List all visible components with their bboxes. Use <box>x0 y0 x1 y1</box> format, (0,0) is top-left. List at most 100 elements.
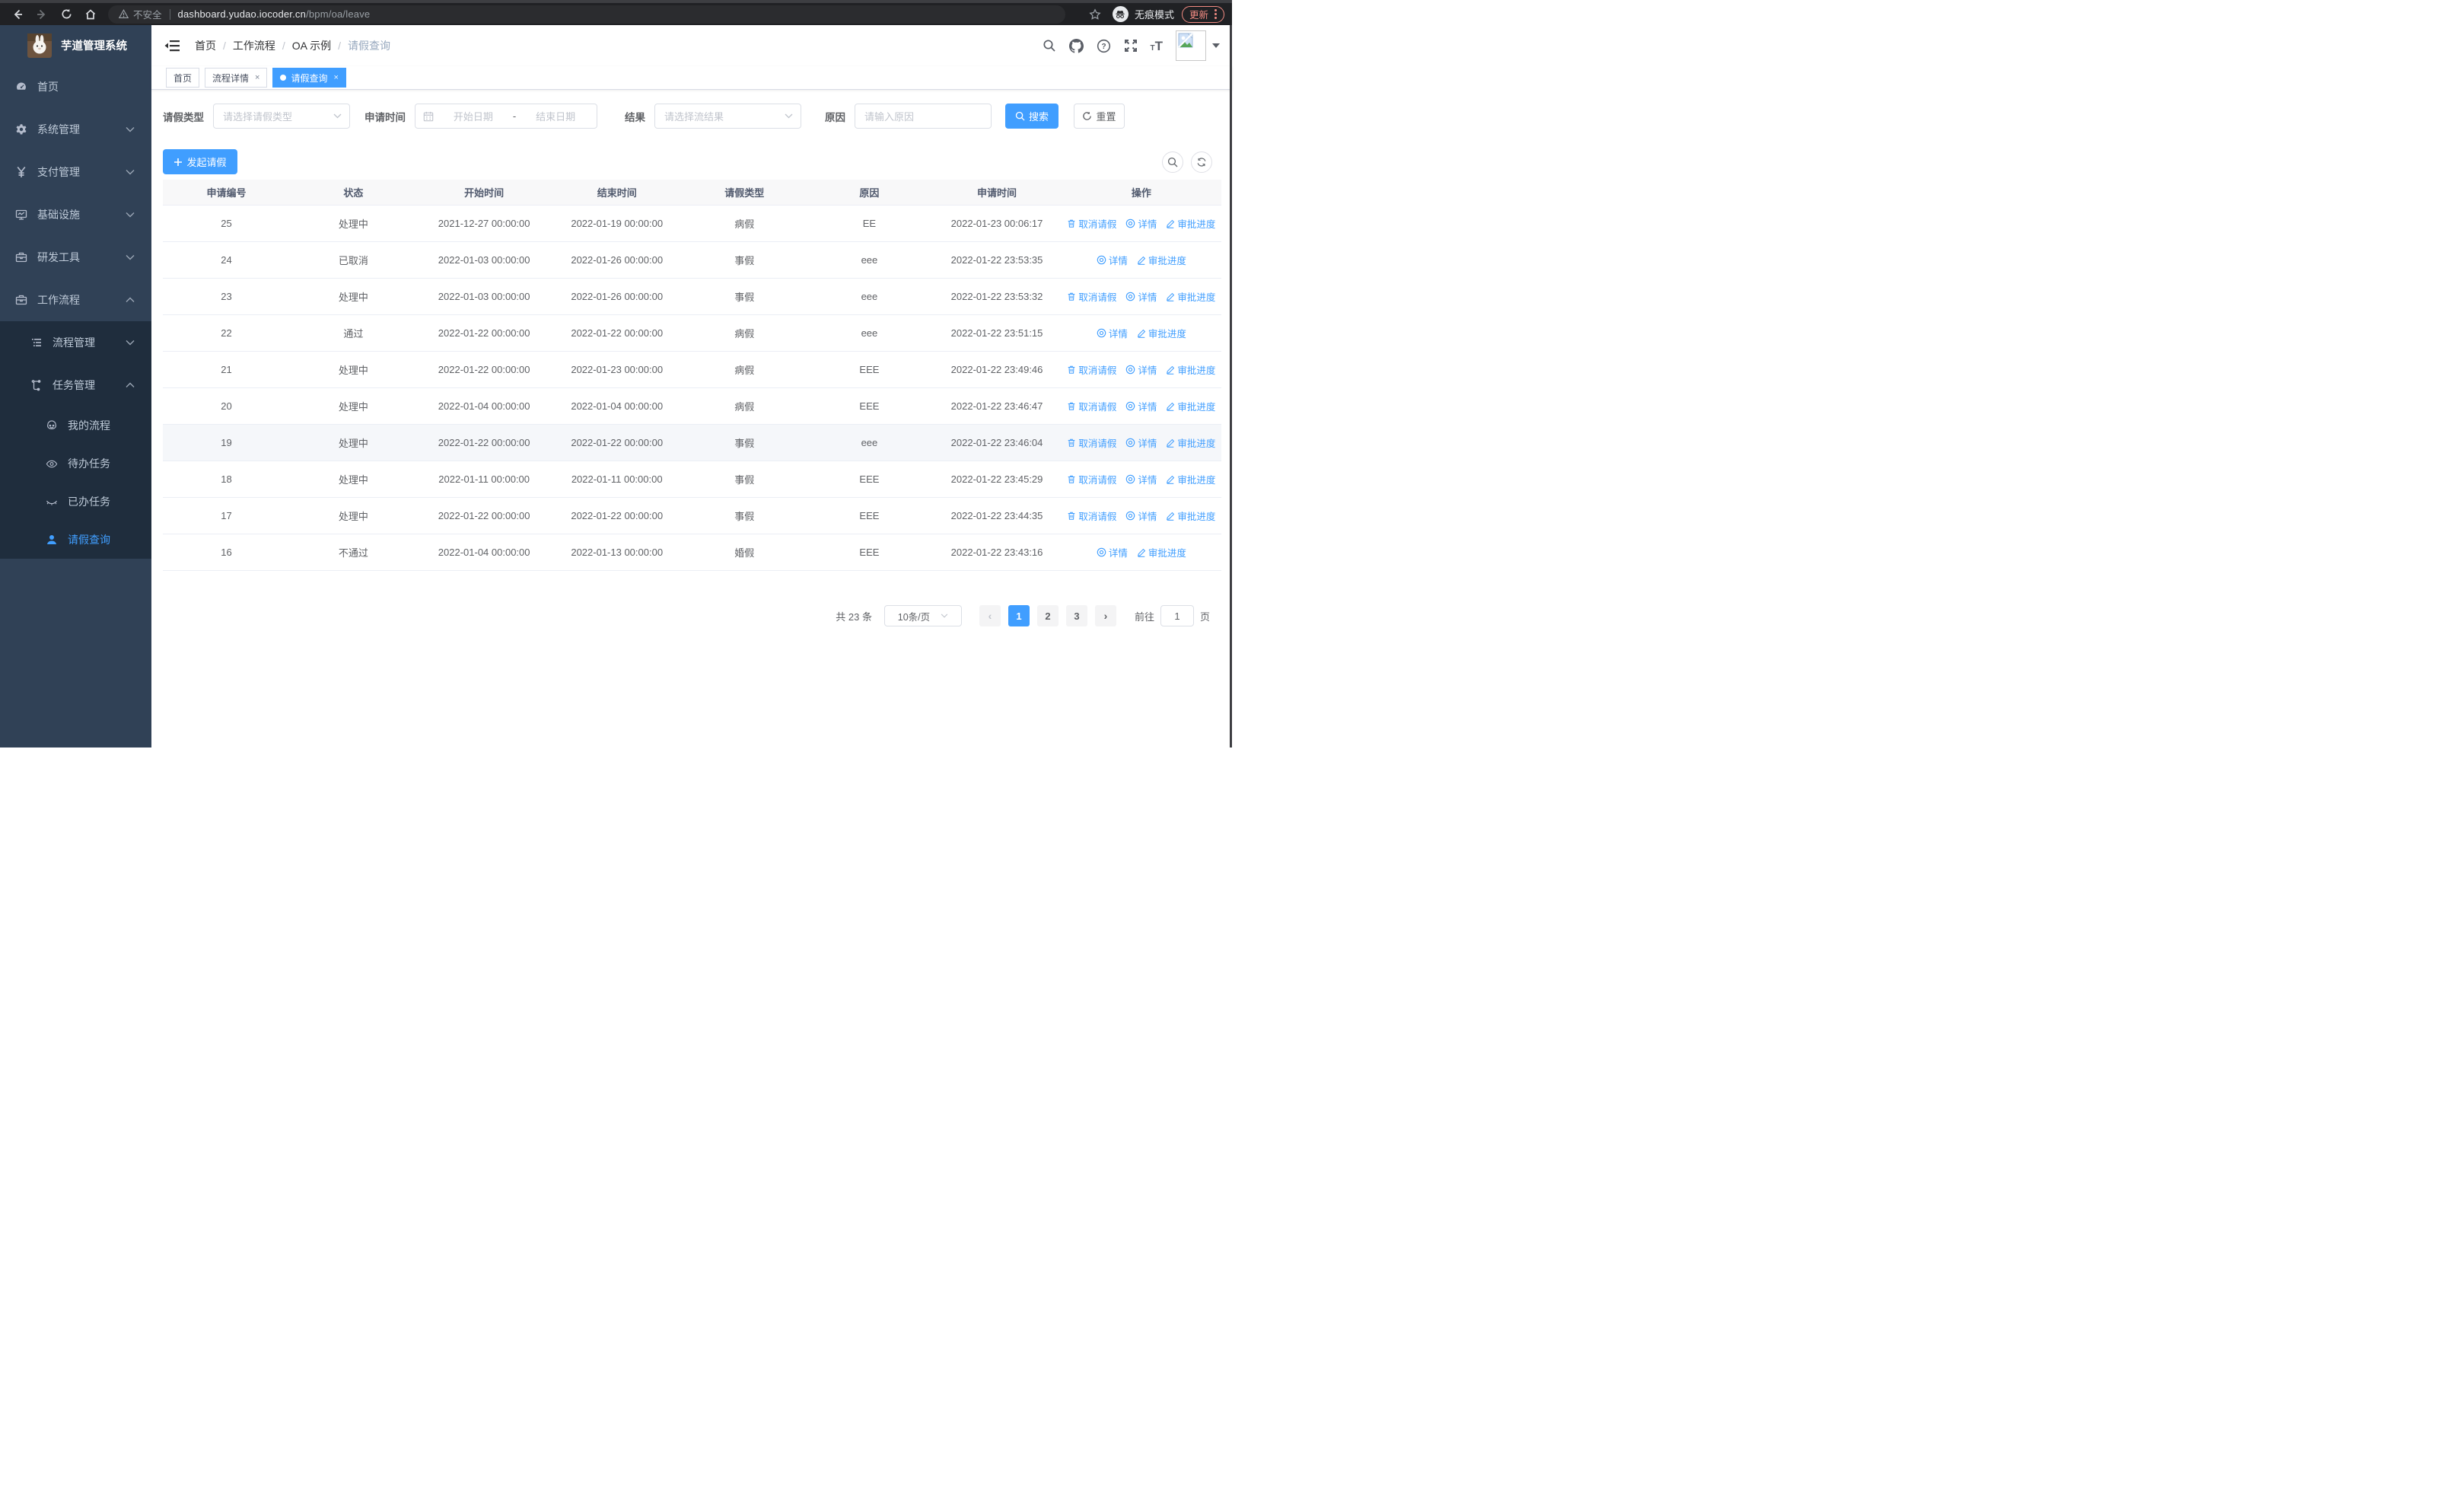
help-icon[interactable]: ? <box>1097 39 1111 53</box>
sidebar-item-请假查询[interactable]: 请假查询 <box>0 521 151 559</box>
sidebar-item-我的流程[interactable]: 我的流程 <box>0 406 151 445</box>
detail-action-link[interactable]: 详情 <box>1125 216 1157 231</box>
progress-action-link[interactable]: 审批进度 <box>1166 472 1215 486</box>
breadcrumb-item[interactable]: 工作流程 <box>233 38 275 53</box>
sidebar-item-任务管理[interactable]: 任务管理 <box>0 364 151 406</box>
breadcrumb-item[interactable]: 首页 <box>195 38 216 53</box>
sidebar-item-已办任务[interactable]: 已办任务 <box>0 483 151 521</box>
column-header-申请时间: 申请时间 <box>977 187 1017 199</box>
breadcrumb: 首页 / 工作流程 / OA 示例 / 请假查询 <box>195 38 390 53</box>
progress-action-link[interactable]: 审批进度 <box>1137 545 1186 559</box>
tab-close-icon[interactable]: × <box>255 73 259 82</box>
page-size-select[interactable]: 10条/页 <box>883 605 962 626</box>
tab-请假查询[interactable]: 请假查询 × <box>272 68 346 88</box>
chevron-down-icon <box>333 113 342 119</box>
detail-action-link[interactable]: 详情 <box>1125 472 1157 486</box>
cell-apply-time: 2022-01-22 23:46:04 <box>950 437 1043 448</box>
cancel-action-link[interactable]: 取消请假 <box>1067 362 1116 377</box>
cancel-action-link[interactable]: 取消请假 <box>1067 289 1116 304</box>
browser-home-icon[interactable] <box>81 5 100 24</box>
cell-status: 通过 <box>343 328 364 339</box>
toggle-search-button[interactable] <box>1162 151 1183 173</box>
page-button-2[interactable]: 2 <box>1036 605 1059 626</box>
github-icon[interactable] <box>1068 38 1084 53</box>
detail-action-link[interactable]: 详情 <box>1125 508 1157 523</box>
apply-time-label: 申请时间 <box>365 111 406 123</box>
font-size-icon[interactable]: TT <box>1151 40 1164 53</box>
app-logo-row[interactable]: 芋道管理系统 <box>0 25 151 65</box>
detail-action-link[interactable]: 详情 <box>1125 399 1157 413</box>
search-button[interactable]: 搜索 <box>1005 104 1059 129</box>
table-row-16: 16 不通过 2022-01-04 00:00:00 2022-01-13 00:00… <box>163 534 1221 571</box>
cancel-action-link[interactable]: 取消请假 <box>1067 216 1116 231</box>
sidebar-item-工作流程[interactable]: 工作流程 <box>0 279 151 321</box>
prev-page-button[interactable]: ‹ <box>979 605 1001 626</box>
tab-流程详情[interactable]: 流程详情 × <box>205 68 268 88</box>
detail-action-link[interactable]: 详情 <box>1097 545 1128 559</box>
sidebar-item-系统管理[interactable]: 系统管理 <box>0 108 151 151</box>
cell-leave-type: 病假 <box>734 328 755 339</box>
next-page-button[interactable]: › <box>1094 605 1116 626</box>
user-avatar[interactable] <box>1176 30 1220 61</box>
result-select[interactable]: 请选择流结果 <box>654 104 801 129</box>
page-button-1[interactable]: 1 <box>1008 605 1030 626</box>
sidebar-item-支付管理[interactable]: 支付管理 <box>0 151 151 193</box>
cancel-action-link[interactable]: 取消请假 <box>1067 472 1116 486</box>
detail-action-link[interactable]: 详情 <box>1125 362 1157 377</box>
cancel-action-link[interactable]: 取消请假 <box>1067 435 1116 450</box>
result-label: 结果 <box>625 111 645 123</box>
reset-button[interactable]: 重置 <box>1074 104 1125 129</box>
edit-icon <box>1166 219 1175 228</box>
address-bar[interactable]: 不安全 dashboard.yudao.iocoder.cn/bpm/oa/le… <box>108 5 1065 24</box>
progress-action-link[interactable]: 审批进度 <box>1166 399 1215 413</box>
detail-action-link[interactable]: 详情 <box>1125 435 1157 450</box>
page-button-3[interactable]: 3 <box>1065 605 1087 626</box>
detail-action-link[interactable]: 详情 <box>1125 289 1157 304</box>
trash-icon <box>1067 401 1076 411</box>
browser-back-icon[interactable] <box>8 5 27 24</box>
header-search-icon[interactable] <box>1043 39 1056 53</box>
browser-reload-icon[interactable] <box>56 5 76 24</box>
cell-actions: 取消请假 详情 审批进度 <box>1062 508 1221 523</box>
action-label: 详情 <box>1108 329 1128 339</box>
progress-action-link[interactable]: 审批进度 <box>1166 435 1215 450</box>
goto-page-input[interactable]: 1 <box>1160 605 1194 626</box>
progress-action-link[interactable]: 审批进度 <box>1166 289 1215 304</box>
sidebar-item-基础设施[interactable]: 基础设施 <box>0 193 151 236</box>
breadcrumb-item[interactable]: OA 示例 <box>292 38 331 53</box>
cell-apply-time: 2022-01-22 23:53:35 <box>950 254 1043 266</box>
refresh-table-button[interactable] <box>1191 151 1212 173</box>
filter-form: 请假类型 请选择请假类型 申请时间 开始日期 - 结束日期 结果 请选择流结果 <box>163 104 1221 129</box>
action-label: 详情 <box>1108 256 1128 266</box>
detail-action-link[interactable]: 详情 <box>1097 326 1128 340</box>
sidebar-item-首页[interactable]: 首页 <box>0 65 151 108</box>
cancel-action-link[interactable]: 取消请假 <box>1067 508 1116 523</box>
action-label: 审批进度 <box>1177 402 1216 413</box>
sidebar-item-待办任务[interactable]: 待办任务 <box>0 445 151 483</box>
progress-action-link[interactable]: 审批进度 <box>1137 253 1186 267</box>
flow-icon <box>30 379 43 391</box>
tab-首页[interactable]: 首页 <box>166 68 200 88</box>
apply-time-range-picker[interactable]: 开始日期 - 结束日期 <box>415 104 597 129</box>
sidebar-collapse-icon[interactable] <box>164 38 181 53</box>
progress-action-link[interactable]: 审批进度 <box>1137 326 1186 340</box>
detail-action-link[interactable]: 详情 <box>1097 253 1128 267</box>
reason-input[interactable]: 请输入原因 <box>855 104 992 129</box>
page-scrollbar[interactable] <box>1230 25 1232 748</box>
leave-type-select[interactable]: 请选择请假类型 <box>213 104 350 129</box>
browser-forward-icon[interactable] <box>32 5 52 24</box>
site-security-indicator[interactable]: 不安全 <box>119 7 162 21</box>
tab-close-icon[interactable]: × <box>333 73 338 82</box>
bookmark-star-icon[interactable] <box>1085 5 1105 24</box>
fullscreen-icon[interactable] <box>1124 39 1138 53</box>
progress-action-link[interactable]: 审批进度 <box>1166 362 1215 377</box>
chevron-down-icon <box>126 254 135 260</box>
progress-action-link[interactable]: 审批进度 <box>1166 216 1215 231</box>
sidebar-item-研发工具[interactable]: 研发工具 <box>0 236 151 279</box>
create-leave-button[interactable]: 发起请假 <box>163 149 237 174</box>
sidebar-item-流程管理[interactable]: 流程管理 <box>0 321 151 364</box>
progress-action-link[interactable]: 审批进度 <box>1166 508 1215 523</box>
cell-end-time: 2022-01-22 00:00:00 <box>571 437 664 448</box>
cancel-action-link[interactable]: 取消请假 <box>1067 399 1116 413</box>
browser-menu-update-button[interactable]: 更新 <box>1181 5 1224 23</box>
